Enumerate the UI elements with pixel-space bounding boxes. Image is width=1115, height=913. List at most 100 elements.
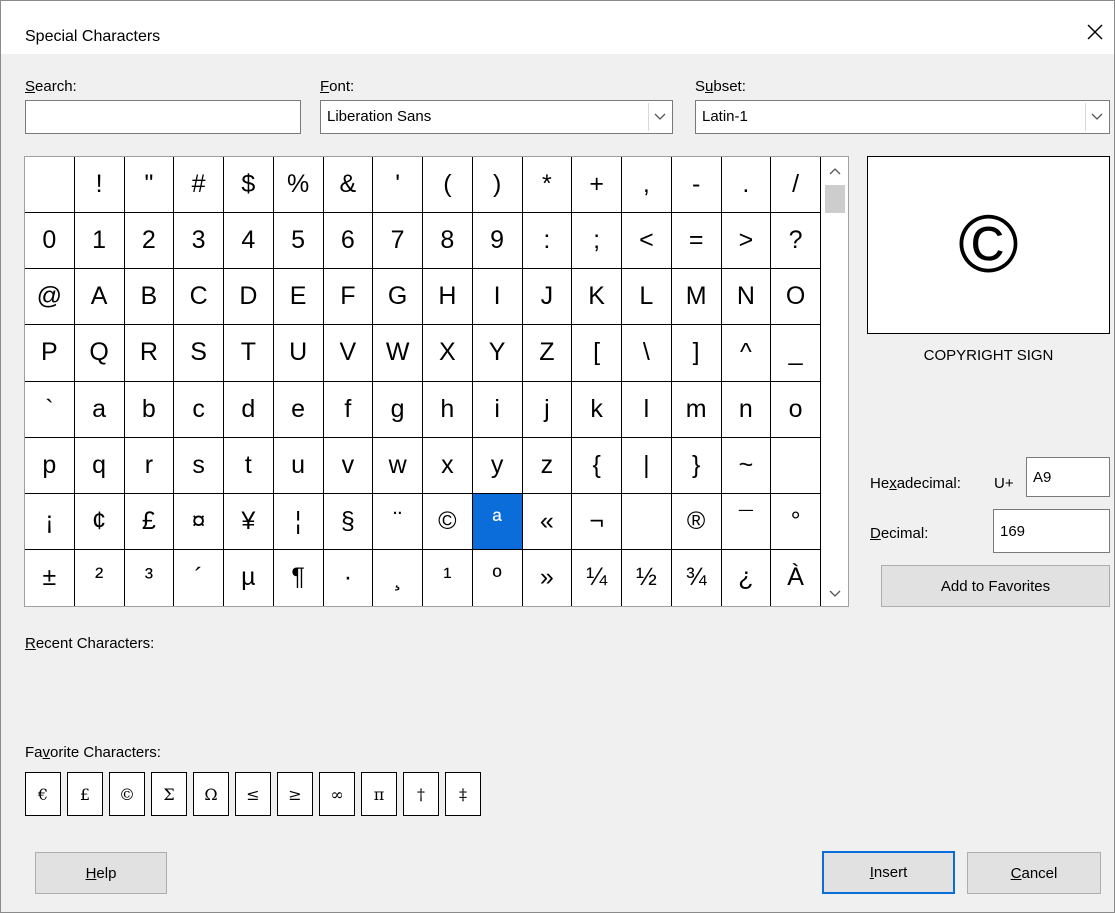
character-cell[interactable]: a (74, 381, 125, 438)
favorite-character-cell[interactable]: © (109, 772, 145, 816)
character-cell[interactable]: 7 (373, 213, 423, 270)
character-cell[interactable]: i (472, 381, 523, 438)
character-cell[interactable]: 6 (323, 213, 374, 270)
add-to-favorites-button[interactable]: Add to Favorites (881, 565, 1110, 607)
hexadecimal-input[interactable] (1026, 457, 1110, 497)
character-cell[interactable]: » (523, 549, 573, 606)
character-cell[interactable]: ) (472, 157, 523, 214)
character-cell[interactable]: ³ (125, 549, 175, 606)
character-cell[interactable]: : (522, 213, 573, 270)
character-cell[interactable]: d (224, 381, 274, 438)
character-cell[interactable]: ¤ (174, 493, 224, 550)
character-cell[interactable] (622, 493, 672, 550)
character-cell[interactable]: ¿ (722, 549, 772, 606)
character-cell[interactable]: ] (671, 325, 722, 382)
chevron-down-icon[interactable] (822, 584, 848, 604)
character-cell[interactable]: & (323, 157, 374, 214)
character-cell[interactable]: U (273, 325, 324, 382)
character-cell[interactable]: f (323, 381, 374, 438)
character-cell[interactable]: ` (25, 381, 75, 438)
character-cell[interactable]: , (622, 157, 672, 214)
character-cell[interactable]: r (124, 437, 175, 494)
character-cell[interactable]: ' (373, 157, 423, 214)
character-cell[interactable]: m (671, 381, 722, 438)
character-cell[interactable]: % (273, 157, 324, 214)
character-cell[interactable]: ¯ (721, 493, 772, 550)
character-cell[interactable]: n (721, 381, 772, 438)
character-cell[interactable]: 9 (472, 213, 523, 270)
grid-scrollbar[interactable] (822, 157, 848, 606)
character-cell[interactable]: I (472, 269, 523, 326)
character-cell[interactable]: t (224, 437, 274, 494)
character-cell[interactable]: - (671, 157, 722, 214)
character-cell[interactable]: T (224, 325, 274, 382)
font-select[interactable]: Liberation Sans (320, 100, 673, 134)
character-cell[interactable]: ® (671, 493, 722, 550)
character-cell[interactable]: B (124, 269, 175, 326)
character-cell[interactable]: ^ (721, 325, 772, 382)
character-cell[interactable]: b (124, 381, 175, 438)
character-cell[interactable]: ( (423, 157, 473, 214)
character-cell[interactable]: ! (74, 157, 125, 214)
character-cell[interactable]: < (622, 213, 672, 270)
character-cell[interactable]: K (572, 269, 622, 326)
character-cell[interactable]: ° (771, 493, 821, 550)
character-cell[interactable]: ¥ (224, 493, 274, 550)
character-cell[interactable]: 8 (423, 213, 473, 270)
character-cell[interactable]: { (572, 437, 622, 494)
character-cell[interactable]: ª (472, 493, 523, 550)
character-cell[interactable]: X (423, 325, 473, 382)
scrollbar-thumb[interactable] (825, 185, 845, 213)
character-cell[interactable]: # (174, 157, 224, 214)
favorite-character-cell[interactable]: Ω (193, 772, 229, 816)
character-cell[interactable]: H (423, 269, 473, 326)
character-cell[interactable]: v (323, 437, 374, 494)
favorite-character-cell[interactable]: † (403, 772, 439, 816)
character-cell[interactable]: ¦ (273, 493, 324, 550)
chevron-up-icon[interactable] (822, 161, 848, 181)
favorite-character-cell[interactable]: Σ (151, 772, 187, 816)
character-cell[interactable]: 4 (224, 213, 274, 270)
character-cell[interactable]: / (771, 157, 821, 214)
character-cell[interactable]: F (323, 269, 374, 326)
character-cell[interactable]: l (622, 381, 672, 438)
favorite-character-cell[interactable]: £ (67, 772, 103, 816)
search-input[interactable] (25, 100, 301, 134)
character-cell[interactable]: ½ (622, 549, 672, 606)
chevron-down-icon[interactable] (1085, 103, 1107, 131)
character-cell[interactable]: ¢ (74, 493, 125, 550)
character-cell[interactable]: E (273, 269, 324, 326)
character-cell[interactable] (25, 157, 75, 214)
character-cell[interactable]: e (273, 381, 324, 438)
favorite-character-cell[interactable]: € (25, 772, 61, 816)
character-cell[interactable]: ² (75, 549, 125, 606)
character-cell[interactable]: 5 (273, 213, 324, 270)
character-cell[interactable]: s (174, 437, 224, 494)
character-cell[interactable]: 1 (74, 213, 125, 270)
character-cell[interactable]: Y (472, 325, 523, 382)
character-cell[interactable]: 0 (25, 213, 75, 270)
character-cell[interactable]: z (522, 437, 573, 494)
character-cell[interactable]: P (25, 325, 75, 382)
character-cell[interactable]: O (771, 269, 821, 326)
character-cell[interactable]: y (472, 437, 523, 494)
character-cell[interactable]: µ (224, 549, 274, 606)
character-cell[interactable]: R (124, 325, 175, 382)
close-icon[interactable] (1084, 21, 1106, 43)
character-cell[interactable]: = (671, 213, 722, 270)
character-cell[interactable]: ¹ (423, 549, 473, 606)
character-cell[interactable]: + (572, 157, 622, 214)
character-cell[interactable]: « (522, 493, 573, 550)
character-cell[interactable]: ¬ (572, 493, 622, 550)
character-cell[interactable]: ¾ (672, 549, 722, 606)
character-cell[interactable]: ´ (174, 549, 224, 606)
character-cell[interactable]: C (174, 269, 224, 326)
character-cell[interactable]: o (771, 381, 821, 438)
character-cell[interactable]: . (721, 157, 772, 214)
character-cell[interactable]: $ (224, 157, 274, 214)
character-cell[interactable]: u (273, 437, 324, 494)
character-cell[interactable]: ~ (721, 437, 772, 494)
character-cell[interactable]: · (324, 549, 374, 606)
character-cell[interactable]: A (74, 269, 125, 326)
character-cell[interactable]: ? (771, 213, 821, 270)
